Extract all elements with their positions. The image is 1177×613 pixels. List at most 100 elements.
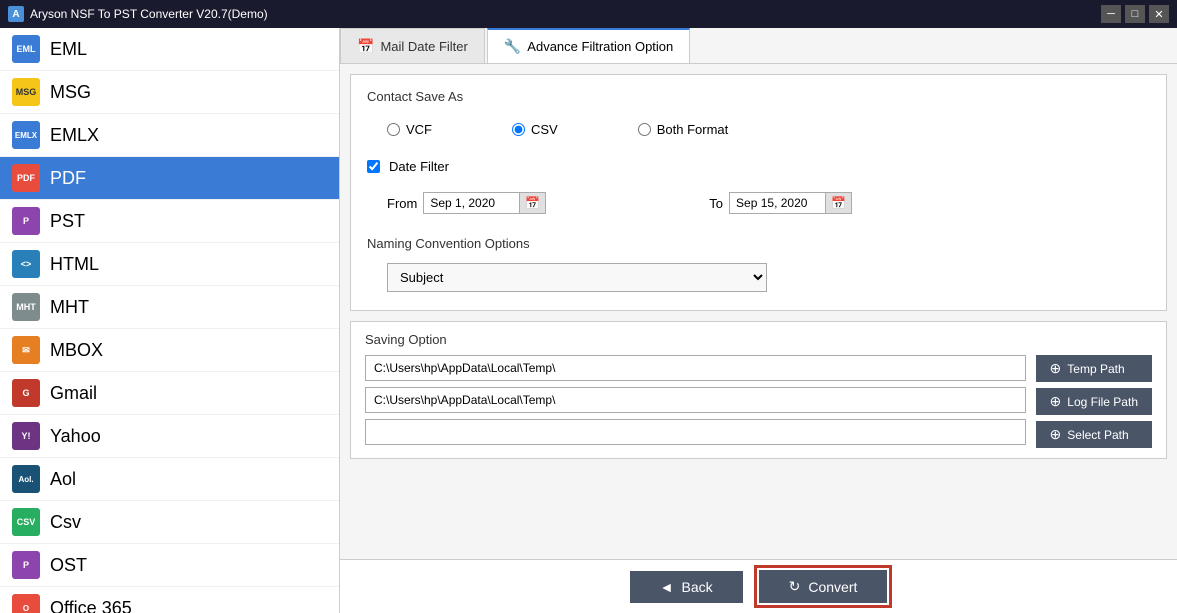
filter-icon: 🔧: [504, 38, 521, 55]
sidebar-label-emlx: EMLX: [50, 125, 99, 146]
sidebar-item-yahoo[interactable]: Y! Yahoo: [0, 415, 339, 458]
from-calendar-button[interactable]: 📅: [519, 193, 545, 213]
sidebar-label-ost: OST: [50, 555, 87, 576]
sidebar-label-gmail: Gmail: [50, 383, 97, 404]
sidebar-icon-eml: EML: [12, 35, 40, 63]
date-filter-checkbox-label[interactable]: Date Filter: [367, 159, 449, 174]
sidebar-item-pdf[interactable]: PDFPDF: [0, 157, 339, 200]
log-file-path-input[interactable]: [365, 387, 1026, 413]
tab-advance-filtration[interactable]: 🔧 Advance Filtration Option: [487, 28, 690, 63]
sidebar-item-ost[interactable]: P OST: [0, 544, 339, 587]
select-path-label: Select Path: [1067, 428, 1128, 442]
temp-path-input[interactable]: [365, 355, 1026, 381]
sidebar: EMLEMLMSGMSGEMLXEMLXPDFPDFPPST<>HTMLMHTM…: [0, 28, 340, 613]
date-filter-header: Date Filter: [367, 159, 1150, 174]
sidebar-label-pdf: PDF: [50, 168, 86, 189]
from-date-wrapper: 📅: [423, 192, 546, 214]
sidebar-label-csv: Csv: [50, 512, 81, 533]
to-date-input[interactable]: [730, 193, 825, 213]
radio-vcf[interactable]: VCF: [387, 122, 432, 137]
sidebar-label-pst: PST: [50, 211, 85, 232]
sidebar-icon-mht: MHT: [12, 293, 40, 321]
tab-mail-date-filter[interactable]: 📅 Mail Date Filter: [340, 28, 485, 63]
radio-both-format-label: Both Format: [657, 122, 729, 137]
contact-save-as-section: Contact Save As VCF CSV Both Format: [367, 89, 1150, 145]
date-filter-checkbox[interactable]: [367, 160, 380, 173]
radio-both-format[interactable]: Both Format: [638, 122, 729, 137]
radio-csv-label: CSV: [531, 122, 558, 137]
log-file-path-label: Log File Path: [1067, 395, 1138, 409]
select-path-input[interactable]: [365, 419, 1026, 445]
sidebar-label-mht: MHT: [50, 297, 89, 318]
back-button[interactable]: ◄ Back: [630, 571, 743, 603]
log-file-path-icon: ⊕: [1050, 393, 1062, 410]
to-calendar-button[interactable]: 📅: [825, 193, 851, 213]
from-date-input[interactable]: [424, 193, 519, 213]
naming-select-wrapper: Subject Date Sender Recipient: [367, 259, 1150, 296]
naming-convention-select[interactable]: Subject Date Sender Recipient: [387, 263, 767, 292]
saving-rows: ⊕ Temp Path ⊕ Log File Path ⊕ Select Pat…: [365, 355, 1152, 448]
log-file-path-button[interactable]: ⊕ Log File Path: [1036, 388, 1152, 415]
tab-mail-date-filter-label: Mail Date Filter: [380, 39, 467, 54]
select-path-icon: ⊕: [1050, 426, 1062, 443]
temp-path-icon: ⊕: [1050, 360, 1062, 377]
sidebar-item-msg[interactable]: MSG MSG: [0, 71, 339, 114]
sidebar-icon-ost: P: [12, 551, 40, 579]
contact-save-as-label: Contact Save As: [367, 89, 1150, 104]
date-fields: From 📅 To 📅: [367, 184, 1150, 222]
convert-button[interactable]: ↻ Convert: [759, 570, 888, 603]
radio-vcf-label: VCF: [406, 122, 432, 137]
sidebar-icon-csv: CSV: [12, 508, 40, 536]
minimize-button[interactable]: ─: [1101, 5, 1121, 23]
sidebar-icon-mbox: ✉: [12, 336, 40, 364]
sidebar-icon-gmail: G: [12, 379, 40, 407]
sidebar-item-html[interactable]: <> HTML: [0, 243, 339, 286]
sidebar-icon-html: <>: [12, 250, 40, 278]
from-label: From: [387, 196, 417, 211]
saving-inputs: [365, 355, 1026, 448]
radio-csv[interactable]: CSV: [512, 122, 558, 137]
title-bar-title: Aryson NSF To PST Converter V20.7(Demo): [30, 7, 268, 21]
naming-convention-section: Naming Convention Options Subject Date S…: [367, 236, 1150, 296]
sidebar-item-mbox[interactable]: ✉MBOX: [0, 329, 339, 372]
to-date-wrapper: 📅: [729, 192, 852, 214]
sidebar-icon-pst: P: [12, 207, 40, 235]
sidebar-icon-emlx: EMLX: [12, 121, 40, 149]
sidebar-label-aol: Aol: [50, 469, 76, 490]
sidebar-item-eml[interactable]: EML EML: [0, 28, 339, 71]
close-button[interactable]: ✕: [1149, 5, 1169, 23]
radio-both-format-input[interactable]: [638, 123, 651, 136]
sidebar-item-emlx[interactable]: EMLX EMLX: [0, 114, 339, 157]
date-filter-label: Date Filter: [389, 159, 449, 174]
sidebar-icon-yahoo: Y!: [12, 422, 40, 450]
sidebar-label-html: HTML: [50, 254, 99, 275]
contact-save-as-options: VCF CSV Both Format: [367, 114, 1150, 145]
sidebar-icon-msg: MSG: [12, 78, 40, 106]
sidebar-label-yahoo: Yahoo: [50, 426, 101, 447]
sidebar-icon-office365: O: [12, 594, 40, 613]
sidebar-item-office365[interactable]: OOffice 365: [0, 587, 339, 613]
select-path-button[interactable]: ⊕ Select Path: [1036, 421, 1152, 448]
saving-buttons: ⊕ Temp Path ⊕ Log File Path ⊕ Select Pat…: [1036, 355, 1152, 448]
sidebar-label-msg: MSG: [50, 82, 91, 103]
naming-convention-label: Naming Convention Options: [367, 236, 1150, 251]
bottom-bar: ◄ Back ↻ Convert: [340, 559, 1177, 613]
sidebar-item-pst[interactable]: P PST: [0, 200, 339, 243]
temp-path-button[interactable]: ⊕ Temp Path: [1036, 355, 1152, 382]
tab-bar: 📅 Mail Date Filter 🔧 Advance Filtration …: [340, 28, 1177, 64]
convert-label: Convert: [808, 579, 857, 595]
window-controls: ─ □ ✕: [1101, 5, 1169, 23]
sidebar-label-eml: EML: [50, 39, 87, 60]
tab-advance-filtration-label: Advance Filtration Option: [527, 39, 673, 54]
maximize-button[interactable]: □: [1125, 5, 1145, 23]
sidebar-item-gmail[interactable]: G Gmail: [0, 372, 339, 415]
sidebar-item-mht[interactable]: MHT MHT: [0, 286, 339, 329]
temp-path-label: Temp Path: [1067, 362, 1124, 376]
radio-vcf-input[interactable]: [387, 123, 400, 136]
to-label: To: [709, 196, 723, 211]
sidebar-item-aol[interactable]: Aol. Aol: [0, 458, 339, 501]
sidebar-icon-aol: Aol.: [12, 465, 40, 493]
date-filter-section: Date Filter From 📅 To: [367, 159, 1150, 222]
radio-csv-input[interactable]: [512, 123, 525, 136]
sidebar-item-csv[interactable]: CSV Csv: [0, 501, 339, 544]
